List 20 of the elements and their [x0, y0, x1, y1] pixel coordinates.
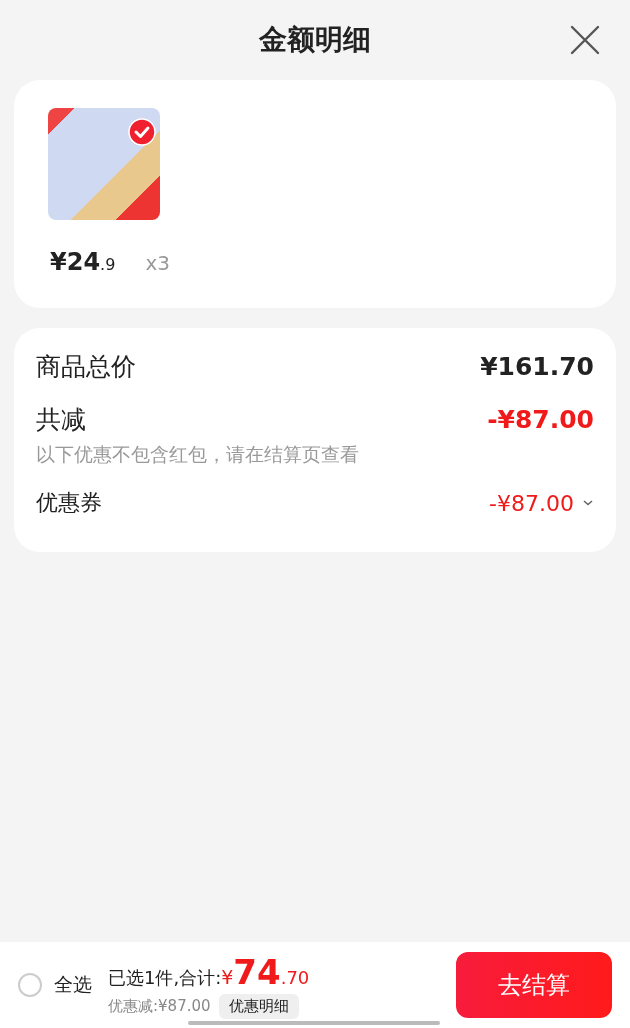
- summary-amount: -¥87.00: [489, 490, 574, 516]
- close-icon[interactable]: [570, 25, 600, 55]
- checkout-button[interactable]: 去结算: [456, 952, 612, 1018]
- summary-label: 商品总价: [36, 351, 136, 383]
- select-all-label[interactable]: 全选: [54, 972, 92, 998]
- sheet-title: 金额明细: [259, 22, 371, 58]
- summary-amount: -¥87.00: [487, 405, 594, 434]
- select-all-radio[interactable]: [18, 973, 42, 997]
- discount-note: 以下优惠不包含红包，请在结算页查看: [36, 442, 360, 467]
- summary-label: 共减: [36, 404, 86, 436]
- summary-amount: ¥161.70: [480, 352, 594, 381]
- chevron-down-icon[interactable]: [582, 499, 594, 507]
- summary-label: 优惠券: [36, 489, 102, 517]
- product-price: ¥24.9: [50, 248, 116, 276]
- total-price: ¥74.70: [221, 951, 310, 992]
- product-quantity: x3: [145, 251, 170, 275]
- product-photo-placeholder[interactable]: [48, 108, 160, 220]
- discount-details-button[interactable]: 优惠明细: [218, 993, 299, 1019]
- selected-count: 已选1件,合计:: [108, 965, 222, 990]
- discount-amount: 优惠减:¥87.00: [108, 996, 211, 1016]
